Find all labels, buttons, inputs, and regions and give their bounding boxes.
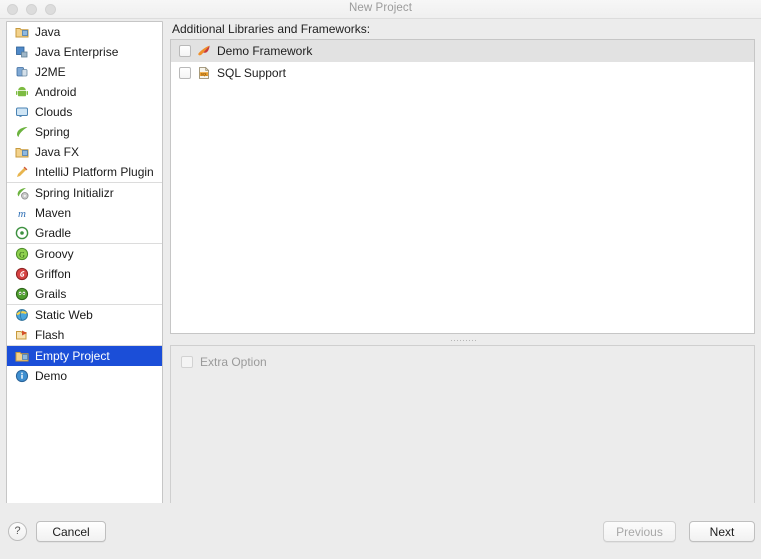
sidebar-item-label: Spring Initializr bbox=[35, 185, 114, 200]
sidebar-item-groovy[interactable]: G Groovy bbox=[7, 244, 162, 264]
sidebar-item-java-enterprise[interactable]: Java Enterprise bbox=[7, 42, 162, 62]
sidebar-item-label: Gradle bbox=[35, 225, 72, 240]
plugin-icon bbox=[15, 165, 29, 179]
clouds-icon bbox=[15, 105, 29, 119]
sidebar-item-label: Java bbox=[35, 24, 61, 39]
right-pane: Additional Libraries and Frameworks: Dem… bbox=[170, 21, 755, 518]
help-button[interactable]: ? bbox=[8, 522, 27, 541]
groovy-icon: G bbox=[15, 247, 29, 261]
sidebar-item-empty-project[interactable]: Empty Project bbox=[7, 346, 162, 366]
project-type-group: G Groovy Griffon Grails bbox=[7, 244, 162, 305]
project-type-group: Static Web Flash bbox=[7, 305, 162, 346]
grails-icon bbox=[15, 287, 29, 301]
dialog-footer: ? Cancel Previous Next bbox=[0, 503, 761, 559]
sidebar-item-label: Spring bbox=[35, 124, 70, 139]
extra-options-panel: Extra Option bbox=[170, 345, 755, 518]
sidebar-item-label: Demo bbox=[35, 368, 68, 383]
sidebar-item-gradle[interactable]: Gradle bbox=[7, 223, 162, 243]
framework-checkbox[interactable] bbox=[179, 45, 191, 57]
new-project-dialog: New Project Java Java Enterprise J2ME Andro… bbox=[0, 0, 761, 559]
sidebar-item-label: Java Enterprise bbox=[35, 44, 119, 59]
griffon-icon bbox=[15, 267, 29, 281]
project-type-list[interactable]: Java Java Enterprise J2ME Android Clouds Spri… bbox=[6, 21, 163, 518]
sidebar-item-label: Android bbox=[35, 84, 77, 99]
sidebar-item-android[interactable]: Android bbox=[7, 82, 162, 102]
sidebar-item-java[interactable]: Java bbox=[7, 22, 162, 42]
framework-row[interactable]: Demo Framework bbox=[171, 40, 754, 62]
splitter-grip-icon[interactable] bbox=[449, 339, 476, 343]
svg-text:m: m bbox=[18, 208, 26, 220]
framework-label: Demo Framework bbox=[217, 44, 313, 58]
sidebar-item-label: Maven bbox=[35, 205, 72, 220]
project-type-group: Empty Project Demo bbox=[7, 346, 162, 386]
previous-button[interactable]: Previous bbox=[603, 521, 676, 542]
sidebar-item-grails[interactable]: Grails bbox=[7, 284, 162, 304]
cancel-button[interactable]: Cancel bbox=[36, 521, 106, 542]
sidebar-item-label: Java FX bbox=[35, 144, 80, 159]
javafx-folder-icon bbox=[15, 145, 29, 159]
sidebar-item-spring-initializr[interactable]: Spring Initializr bbox=[7, 183, 162, 203]
extra-option-label: Extra Option bbox=[200, 355, 267, 369]
extra-option-row: Extra Option bbox=[171, 346, 754, 369]
maven-icon: m bbox=[15, 206, 29, 220]
project-type-group: Spring Initializr m Maven Gradle bbox=[7, 183, 162, 244]
sql-support-icon: SQL bbox=[197, 66, 211, 80]
demo-info-icon bbox=[15, 369, 29, 383]
dialog-content: Java Java Enterprise J2ME Android Clouds Spri… bbox=[0, 19, 761, 518]
sidebar-item-label: J2ME bbox=[35, 64, 66, 79]
svg-text:G: G bbox=[19, 250, 25, 259]
next-button[interactable]: Next bbox=[689, 521, 755, 542]
sidebar-item-demo[interactable]: Demo bbox=[7, 366, 162, 386]
sidebar-item-label: Grails bbox=[35, 286, 67, 301]
project-type-group: Java Java Enterprise J2ME Android Clouds Spri… bbox=[7, 22, 162, 183]
sidebar-item-label: Static Web bbox=[35, 307, 93, 322]
sidebar-item-label: IntelliJ Platform Plugin bbox=[35, 164, 154, 179]
sidebar-item-spring[interactable]: Spring bbox=[7, 122, 162, 142]
sidebar-item-label: Flash bbox=[35, 327, 65, 342]
j2me-icon bbox=[15, 65, 29, 79]
window-title: New Project bbox=[348, 2, 413, 14]
extra-option-checkbox bbox=[181, 356, 193, 368]
sidebar-item-label: Groovy bbox=[35, 246, 74, 261]
static-web-icon bbox=[15, 308, 29, 322]
sidebar-item-griffon[interactable]: Griffon bbox=[7, 264, 162, 284]
titlebar: New Project bbox=[0, 0, 761, 19]
sidebar-item-maven[interactable]: m Maven bbox=[7, 203, 162, 223]
android-icon bbox=[15, 85, 29, 99]
spring-leaf-icon bbox=[15, 125, 29, 139]
sidebar-item-flash[interactable]: Flash bbox=[7, 325, 162, 345]
demo-framework-icon bbox=[197, 44, 211, 58]
frameworks-list[interactable]: Demo Framework SQL SQL Support bbox=[170, 39, 755, 334]
java-enterprise-icon bbox=[15, 45, 29, 59]
sidebar-item-label: Empty Project bbox=[35, 348, 110, 363]
sidebar-item-clouds[interactable]: Clouds bbox=[7, 102, 162, 122]
sidebar-item-j2me[interactable]: J2ME bbox=[7, 62, 162, 82]
panel-splitter[interactable] bbox=[170, 337, 755, 345]
framework-checkbox[interactable] bbox=[179, 67, 191, 79]
frameworks-section-label: Additional Libraries and Frameworks: bbox=[172, 22, 371, 36]
svg-text:SQL: SQL bbox=[201, 72, 208, 76]
sidebar-item-static-web[interactable]: Static Web bbox=[7, 305, 162, 325]
sidebar-item-label: Clouds bbox=[35, 104, 73, 119]
spring-initializr-icon bbox=[15, 186, 29, 200]
java-folder-icon bbox=[15, 25, 29, 39]
sidebar-item-label: Griffon bbox=[35, 266, 71, 281]
flash-icon bbox=[15, 328, 29, 342]
framework-label: SQL Support bbox=[217, 66, 286, 80]
sidebar-item-intellij-platform-plugin[interactable]: IntelliJ Platform Plugin bbox=[7, 162, 162, 182]
gradle-icon bbox=[15, 226, 29, 240]
sidebar-item-java-fx[interactable]: Java FX bbox=[7, 142, 162, 162]
framework-row[interactable]: SQL SQL Support bbox=[171, 62, 754, 84]
empty-project-folder-icon bbox=[15, 349, 29, 363]
